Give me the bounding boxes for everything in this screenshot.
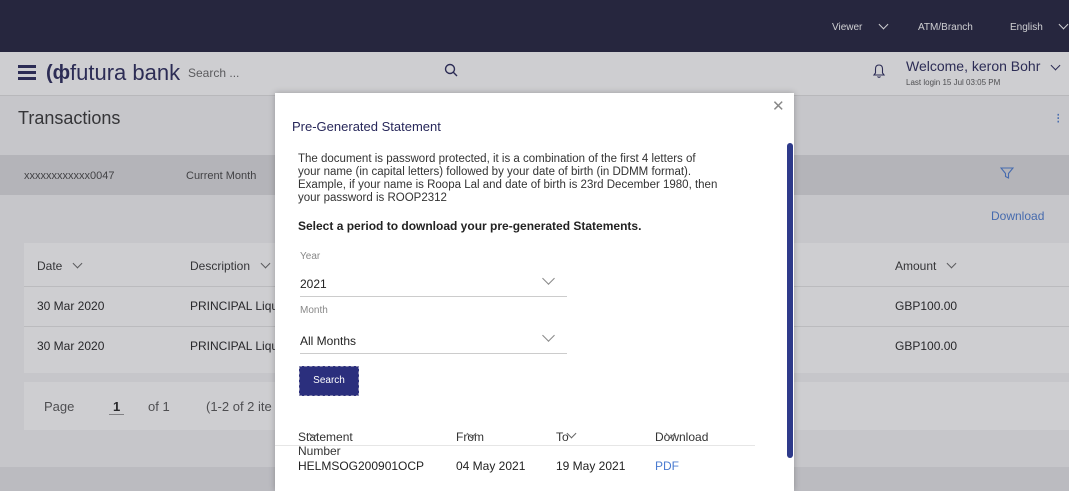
statement-number: HELMSOG200901OCP xyxy=(298,459,425,473)
year-label: Year xyxy=(300,251,321,262)
chevron-down-icon xyxy=(542,272,555,285)
period-prompt: Select a period to download your pre-gen… xyxy=(298,219,642,233)
scrollbar[interactable] xyxy=(787,143,793,458)
statement-row: HELMSOG200901OCP 04 May 2021 19 May 2021… xyxy=(275,457,755,487)
month-label: Month xyxy=(300,305,328,316)
statement-from: 04 May 2021 xyxy=(456,459,526,473)
modal-title: Pre-Generated Statement xyxy=(292,119,441,134)
pdf-download-link[interactable]: PDF xyxy=(655,459,679,473)
password-instructions: The document is password protected, it i… xyxy=(298,153,718,204)
year-select[interactable]: 2021 xyxy=(300,269,567,297)
month-select[interactable]: All Months xyxy=(300,326,567,354)
search-button[interactable]: Search xyxy=(299,366,359,396)
statement-to: 19 May 2021 xyxy=(556,459,626,473)
close-icon[interactable]: ✕ xyxy=(772,97,785,115)
chevron-down-icon xyxy=(542,329,555,342)
statement-table-header: Statement Number From To Download xyxy=(275,410,755,458)
pre-generated-statement-modal: Pre-Generated Statement ✕ The document i… xyxy=(275,93,794,491)
